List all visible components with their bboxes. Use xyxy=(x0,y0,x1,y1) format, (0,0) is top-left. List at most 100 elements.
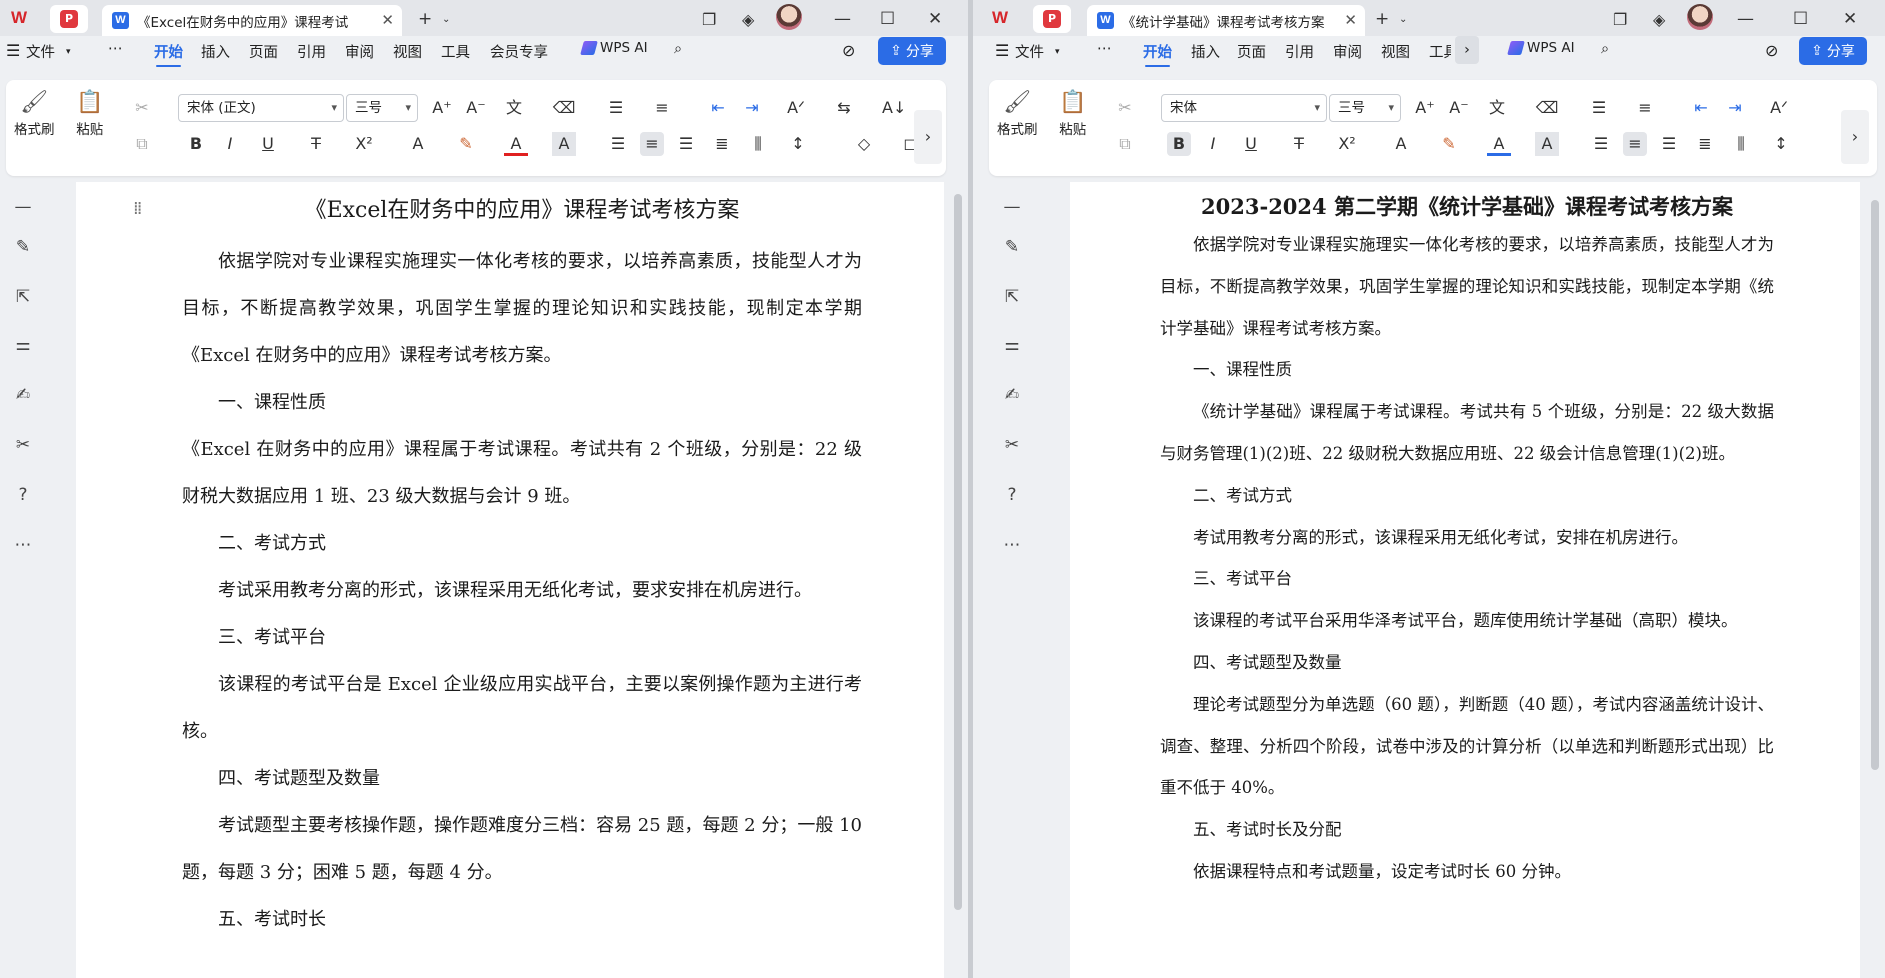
highlight-icon[interactable]: ✎ xyxy=(1437,132,1461,156)
help-icon[interactable]: ? xyxy=(10,482,36,508)
pen-icon[interactable]: ✎ xyxy=(10,234,36,260)
file-menu[interactable]: 文件 xyxy=(1015,41,1044,62)
font-size-select[interactable]: 三号 ▾ xyxy=(1329,94,1401,122)
shading-icon[interactable]: ◇ xyxy=(852,132,876,156)
tab-page[interactable]: 页面 xyxy=(1237,41,1266,62)
bold-icon[interactable]: B xyxy=(184,132,208,156)
clear-format-icon[interactable]: ⌫ xyxy=(552,96,576,120)
shrink-font-icon[interactable]: A⁻ xyxy=(464,96,488,120)
copy-icon[interactable]: ⧉ xyxy=(130,132,154,156)
select-cursor-icon[interactable]: ⇱ xyxy=(10,284,36,310)
cloud-sync-icon[interactable]: ⊘ xyxy=(1765,41,1778,60)
close-tab-icon[interactable]: ✕ xyxy=(1344,11,1357,29)
pen-icon[interactable]: ✎ xyxy=(999,234,1025,260)
italic-icon[interactable]: I xyxy=(218,132,242,156)
font-size-select[interactable]: 三号 ▾ xyxy=(346,94,418,122)
grow-font-icon[interactable]: A⁺ xyxy=(1413,96,1437,120)
underline-icon[interactable]: U xyxy=(1239,132,1263,156)
pdf-tab[interactable]: P xyxy=(1033,5,1071,33)
cut-icon[interactable]: ✂ xyxy=(130,96,154,120)
align-right-icon[interactable]: ☰ xyxy=(674,132,698,156)
clear-format-icon[interactable]: ⌫ xyxy=(1535,96,1559,120)
minimize-icon[interactable]: — xyxy=(834,5,851,33)
file-menu[interactable]: 文件 xyxy=(26,41,55,62)
format-painter-button[interactable]: 🖌 格式刷 xyxy=(14,88,55,138)
doc-tab-excel[interactable]: W 《Excel在财务中的应用》课程考试 ✕ xyxy=(102,5,402,36)
cut-icon[interactable]: ✂ xyxy=(1113,96,1137,120)
paste-button[interactable]: 📋 粘贴 xyxy=(1059,88,1086,138)
distribute-icon[interactable]: ⫼ xyxy=(746,132,770,156)
sign-icon[interactable]: ✍ xyxy=(999,382,1025,408)
align-right-icon[interactable]: ☰ xyxy=(1657,132,1681,156)
grow-font-icon[interactable]: A⁺ xyxy=(430,96,454,120)
tab-insert[interactable]: 插入 xyxy=(201,41,230,62)
superscript-icon[interactable]: X² xyxy=(352,132,376,156)
toolbar-scroll-right-icon[interactable]: › xyxy=(1841,110,1869,164)
char-shading-icon[interactable]: A xyxy=(1535,132,1559,156)
cube-icon[interactable]: ◈ xyxy=(1653,5,1665,33)
line-spacing-icon[interactable]: ↕ xyxy=(786,132,810,156)
tools-icon[interactable]: ✂ xyxy=(10,432,36,458)
line-spacing-icon[interactable]: ↕ xyxy=(1769,132,1793,156)
tab-tools[interactable]: 工具 xyxy=(1429,41,1451,62)
phonetic-guide-icon[interactable]: 文 xyxy=(1485,96,1509,120)
collapse-icon[interactable]: — xyxy=(999,194,1025,220)
decrease-indent-icon[interactable]: ⇤ xyxy=(1689,96,1713,120)
format-painter-button[interactable]: 🖌 格式刷 xyxy=(997,88,1038,138)
text-direction-icon[interactable]: ⇆ xyxy=(832,96,856,120)
scrollbar-thumb[interactable] xyxy=(954,194,962,910)
file-chevron-icon[interactable]: ▾ xyxy=(66,47,71,57)
vertical-scrollbar[interactable] xyxy=(1869,182,1881,978)
tab-references[interactable]: 引用 xyxy=(297,41,326,62)
new-tab-icon[interactable]: + xyxy=(1375,5,1389,33)
tab-page[interactable]: 页面 xyxy=(249,41,278,62)
phonetic-guide-icon[interactable]: 文 xyxy=(502,96,526,120)
distribute-icon[interactable]: ⫼ xyxy=(1729,132,1753,156)
chinese-layout-icon[interactable]: Aᐟ xyxy=(784,96,808,120)
toolbar-scroll-right-icon[interactable]: › xyxy=(914,110,942,164)
font-name-select[interactable]: 宋体 ▾ xyxy=(1161,94,1327,122)
chinese-layout-icon[interactable]: Aᐟ xyxy=(1767,96,1791,120)
document-body[interactable]: 《Excel在财务中的应用》课程考试考核方案 依据学院对专业课程实施理实一体化考… xyxy=(182,192,862,943)
collapse-icon[interactable]: — xyxy=(10,194,36,220)
menu-icon[interactable]: ☰ xyxy=(995,41,1009,60)
text-effect-icon[interactable]: A xyxy=(1389,132,1413,156)
sign-icon[interactable]: ✍ xyxy=(10,382,36,408)
menu-icon[interactable]: ☰ xyxy=(6,41,20,60)
cube-icon[interactable]: ◈ xyxy=(742,5,754,33)
tab-view[interactable]: 视图 xyxy=(393,41,422,62)
tab-view[interactable]: 视图 xyxy=(1381,41,1410,62)
help-icon[interactable]: ? xyxy=(999,482,1025,508)
select-cursor-icon[interactable]: ⇱ xyxy=(999,284,1025,310)
tab-member[interactable]: 会员专享 xyxy=(490,41,548,62)
maximize-icon[interactable]: ☐ xyxy=(1793,5,1808,33)
close-window-icon[interactable]: ✕ xyxy=(928,5,942,33)
tab-references[interactable]: 引用 xyxy=(1285,41,1314,62)
scrollbar-thumb[interactable] xyxy=(1871,200,1879,770)
highlight-icon[interactable]: ✎ xyxy=(454,132,478,156)
font-name-select[interactable]: 宋体 (正文) ▾ xyxy=(178,94,344,122)
justify-icon[interactable]: ≣ xyxy=(1693,132,1717,156)
search-icon[interactable]: ⌕ xyxy=(1601,41,1609,57)
increase-indent-icon[interactable]: ⇥ xyxy=(740,96,764,120)
settings-sliders-icon[interactable]: ⚌ xyxy=(10,332,36,358)
more-menu[interactable]: ⋯ xyxy=(108,41,123,57)
align-left-icon[interactable]: ☰ xyxy=(1589,132,1613,156)
paste-button[interactable]: 📋 粘贴 xyxy=(76,88,103,138)
justify-icon[interactable]: ≣ xyxy=(710,132,734,156)
pdf-tab[interactable]: P xyxy=(50,5,88,33)
wps-ai-button[interactable]: WPS AI xyxy=(580,40,648,56)
more-icon[interactable]: ⋯ xyxy=(10,532,36,558)
copy-icon[interactable]: ⧉ xyxy=(1113,132,1137,156)
tab-review[interactable]: 审阅 xyxy=(345,41,374,62)
tab-insert[interactable]: 插入 xyxy=(1191,41,1220,62)
tab-tools[interactable]: 工具 xyxy=(441,41,470,62)
user-avatar[interactable] xyxy=(1687,4,1713,30)
increase-indent-icon[interactable]: ⇥ xyxy=(1723,96,1747,120)
close-tab-icon[interactable]: ✕ xyxy=(381,11,394,29)
tab-home[interactable]: 开始 xyxy=(1143,41,1172,67)
maximize-icon[interactable]: ☐ xyxy=(880,5,895,33)
search-icon[interactable]: ⌕ xyxy=(674,41,682,57)
minimize-icon[interactable]: — xyxy=(1737,5,1754,33)
font-color-icon[interactable]: A xyxy=(1487,132,1511,156)
